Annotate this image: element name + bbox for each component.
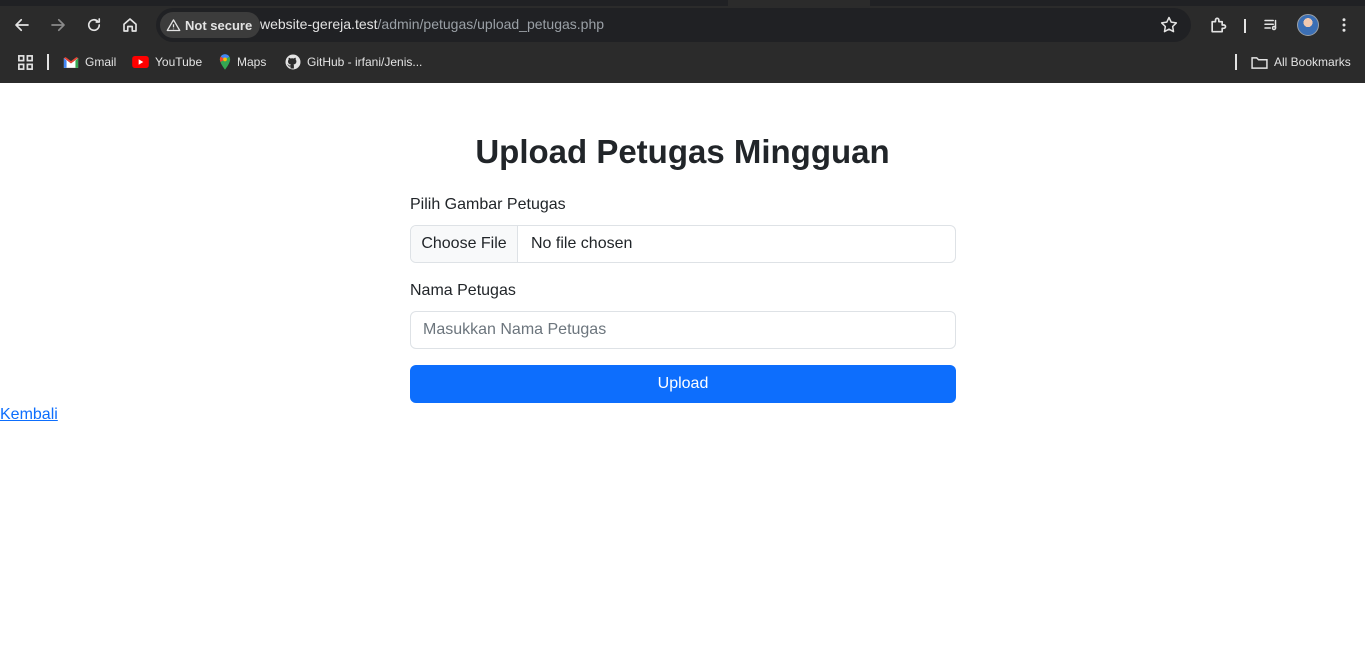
bookmarks-divider — [47, 54, 49, 70]
all-bookmarks-label: All Bookmarks — [1274, 55, 1351, 69]
name-label: Nama Petugas — [410, 282, 516, 299]
all-bookmarks-button[interactable]: All Bookmarks — [1251, 53, 1351, 71]
bookmarks-divider — [1235, 54, 1237, 70]
bookmark-maps[interactable]: Maps — [219, 53, 266, 71]
github-icon — [285, 54, 301, 70]
media-controls-icon[interactable] — [1260, 14, 1282, 36]
warning-icon — [166, 18, 181, 31]
extensions-icon[interactable] — [1207, 14, 1229, 36]
bookmark-label: Gmail — [85, 55, 117, 69]
bookmark-label: Maps — [237, 55, 267, 69]
youtube-icon — [132, 56, 149, 68]
security-label: Not secure — [185, 17, 253, 33]
folder-icon — [1251, 56, 1268, 69]
url-host: website-gereja.test — [260, 16, 378, 32]
browser-chrome: Not secure website-gereja.test/admin/pet… — [0, 0, 1365, 83]
bookmark-label: GitHub - irfani/Jenis... — [307, 55, 423, 69]
address-bar[interactable]: Not secure website-gereja.test/admin/pet… — [156, 8, 1191, 42]
page-title: Upload Petugas Mingguan — [475, 133, 890, 170]
gmail-icon — [63, 56, 79, 68]
browser-toolbar: Not secure website-gereja.test/admin/pet… — [0, 6, 1365, 44]
apps-grid-icon[interactable] — [17, 53, 34, 71]
bookmark-github[interactable]: GitHub - irfani/Jenis... — [285, 53, 422, 71]
back-link[interactable]: Kembali — [0, 406, 58, 424]
choose-file-button[interactable]: Choose File — [411, 226, 518, 262]
security-chip[interactable]: Not secure — [160, 12, 261, 38]
menu-kebab-icon[interactable] — [1333, 14, 1355, 36]
bookmark-gmail[interactable]: Gmail — [63, 53, 116, 71]
toolbar-divider — [1244, 19, 1246, 33]
back-icon[interactable] — [9, 12, 35, 38]
bookmark-youtube[interactable]: YouTube — [132, 53, 202, 71]
maps-icon — [219, 54, 231, 70]
upload-button[interactable]: Upload — [410, 365, 956, 403]
file-label: Pilih Gambar Petugas — [410, 196, 566, 213]
bookmark-label: YouTube — [155, 55, 203, 69]
forward-icon[interactable] — [45, 12, 71, 38]
file-status: No file chosen — [531, 235, 633, 252]
page-content: Upload Petugas Mingguan Pilih Gambar Pet… — [0, 83, 1365, 672]
file-input[interactable]: Choose File No file chosen — [410, 225, 956, 263]
name-input[interactable] — [410, 311, 956, 349]
home-icon[interactable] — [117, 12, 143, 38]
url-path: /admin/petugas/upload_petugas.php — [377, 16, 605, 32]
bookmark-star-icon[interactable] — [1159, 15, 1179, 35]
reload-icon[interactable] — [81, 12, 107, 38]
url-text[interactable]: website-gereja.test/admin/petugas/upload… — [260, 16, 604, 32]
bookmarks-bar: Gmail YouTube Maps GitHub - irfani/Jenis… — [0, 44, 1365, 80]
profile-avatar[interactable] — [1297, 14, 1319, 36]
